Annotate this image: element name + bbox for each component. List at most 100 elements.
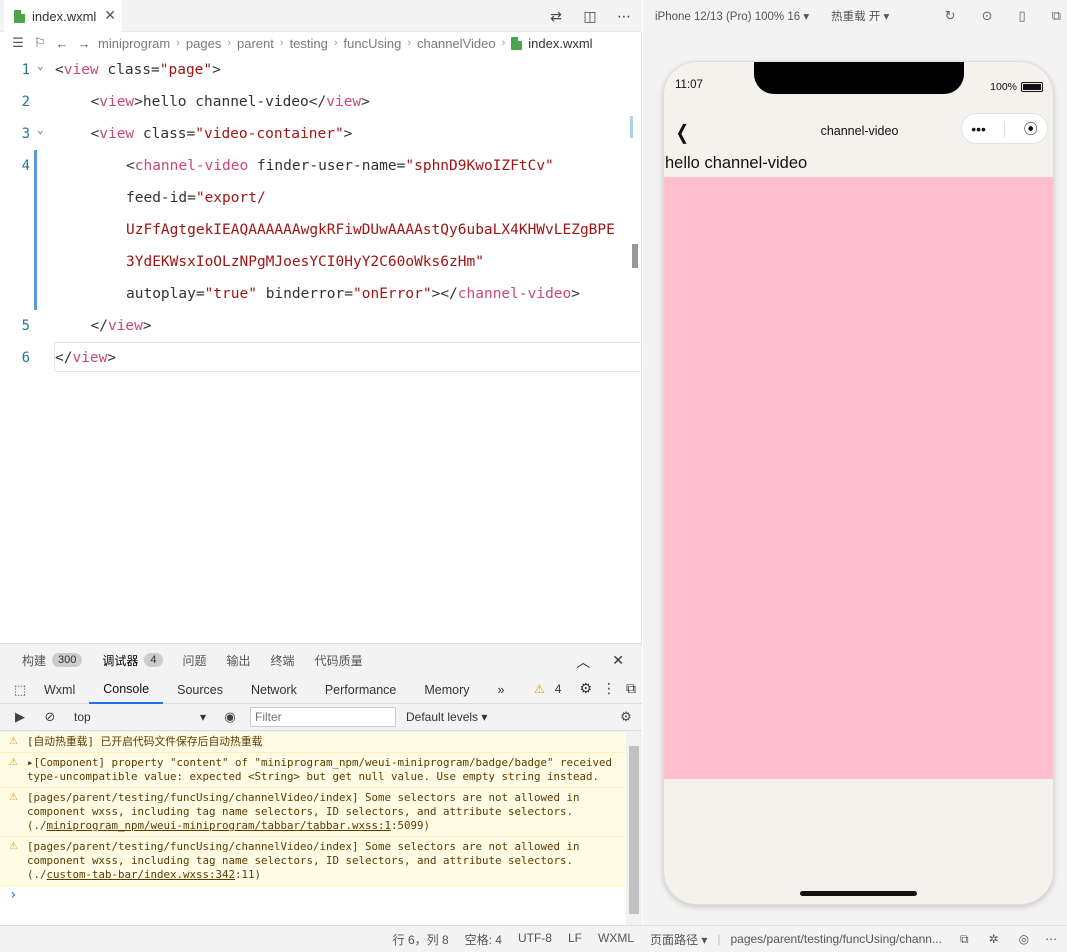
cursor-position[interactable]: 行 6，列 8: [393, 931, 449, 948]
console-scrollbar[interactable]: [626, 732, 642, 926]
code-area[interactable]: 1 ⌄ <view class="page"> 2 <view>hello channe…: [0, 54, 642, 384]
console-filter-bar: ▶ ⊘ top ▾ ◉ Default levels ▾ ⚙: [0, 704, 642, 731]
console-warning[interactable]: ⚠ [pages/parent/testing/funcUsing/channel…: [0, 788, 626, 837]
devtools-tab-network[interactable]: Network: [237, 676, 311, 704]
console-warning[interactable]: ⚠ [pages/parent/testing/funcUsing/channel…: [0, 837, 626, 886]
detach-window-icon[interactable]: ⧉: [1052, 8, 1061, 24]
code-token: "onError": [353, 286, 432, 302]
sidebar-toggle-icon[interactable]: ▶: [10, 707, 30, 727]
code-text: </view>: [55, 342, 116, 374]
code-token: >: [571, 286, 581, 302]
more-dots-icon[interactable]: •••: [971, 121, 986, 137]
gear-icon[interactable]: ⚙: [579, 680, 592, 697]
warning-icon: ⚠: [9, 736, 18, 747]
chevron-up-icon[interactable]: ︿: [576, 652, 590, 672]
bug-icon[interactable]: ✲: [989, 932, 999, 946]
language-mode[interactable]: WXML: [598, 931, 634, 948]
breadcrumb-item[interactable]: parent: [237, 36, 274, 51]
bookmark-icon[interactable]: ⚐: [32, 35, 48, 51]
breadcrumb-item[interactable]: miniprogram: [98, 36, 170, 51]
console-prompt[interactable]: ›: [0, 886, 626, 904]
panel-tab-label: 构建: [22, 653, 47, 668]
close-icon[interactable]: ✕: [104, 8, 116, 22]
source-link[interactable]: miniprogram_npm/weui-miniprogram/tabbar/…: [47, 819, 392, 832]
split-editor-icon[interactable]: ◫: [580, 6, 600, 26]
code-token: autoplay=: [126, 286, 205, 302]
console-message-text: :5099): [391, 819, 431, 832]
breadcrumb-current[interactable]: index.wxml: [511, 36, 593, 51]
more-tabs-icon[interactable]: »: [484, 676, 519, 704]
console-scrollbar-thumb[interactable]: [629, 746, 639, 914]
code-token: view: [326, 94, 362, 110]
fold-chevron-icon[interactable]: ⌄: [37, 50, 44, 82]
forward-arrow-icon[interactable]: →: [76, 36, 92, 51]
editor-tab-index-wxml[interactable]: index.wxml ✕: [4, 0, 122, 32]
gear-icon[interactable]: ⚙: [616, 707, 636, 727]
mini-program-navbar: ❮ channel-video ••• ⦿: [664, 112, 1053, 154]
copy-icon[interactable]: ⧉: [960, 932, 969, 947]
panel-tab[interactable]: 输出: [227, 652, 251, 669]
breadcrumb-item[interactable]: pages: [186, 36, 221, 51]
warning-icon[interactable]: ⚠: [534, 682, 545, 696]
panel-tab[interactable]: 问题: [183, 652, 207, 669]
console-output[interactable]: ⚠ [自动热重载] 已开启代码文件保存后自动热重载 ⚠ ▸[Component] pr…: [0, 732, 626, 926]
fold-chevron-icon[interactable]: ⌄: [37, 114, 44, 146]
code-token: >: [361, 94, 370, 110]
devtools-tab-sources[interactable]: Sources: [163, 676, 237, 704]
editor-scrollbar-thumb[interactable]: [632, 244, 638, 268]
eye-icon[interactable]: ◉: [220, 707, 240, 727]
log-levels-dropdown[interactable]: Default levels ▾: [406, 710, 487, 724]
console-warning[interactable]: ⚠ ▸[Component] property "content" of "min…: [0, 753, 626, 788]
clear-console-icon[interactable]: ⊘: [40, 707, 60, 727]
panel-tab[interactable]: 代码质量: [315, 652, 363, 669]
close-icon[interactable]: ✕: [612, 652, 624, 672]
line-ending[interactable]: LF: [568, 931, 582, 948]
source-link[interactable]: custom-tab-bar/index.wxss:342: [47, 868, 236, 881]
more-icon[interactable]: ⋯: [1045, 932, 1057, 946]
dock-icon[interactable]: ⧉: [626, 680, 636, 697]
code-editor[interactable]: index.wxml ✕ ⇄ ◫ ⋯ ☰ ⚐ ← → miniprogram › p…: [0, 0, 642, 643]
console-warning[interactable]: ⚠ [自动热重载] 已开启代码文件保存后自动热重载: [0, 732, 626, 753]
encoding[interactable]: UTF-8: [518, 931, 552, 948]
close-miniprogram-icon[interactable]: ⦿: [1024, 119, 1038, 139]
triangle-down-icon: ▾: [199, 710, 206, 724]
panel-tab[interactable]: 构建 300: [22, 652, 83, 669]
modified-lines-marker: [34, 150, 37, 310]
panel-tab[interactable]: 终端: [271, 652, 295, 669]
breadcrumb-item[interactable]: testing: [290, 36, 328, 51]
more-icon[interactable]: ⋯: [614, 6, 634, 26]
eye-icon[interactable]: ◎: [1019, 932, 1029, 946]
chevron-right-icon: ›: [407, 37, 412, 49]
back-arrow-icon[interactable]: ←: [54, 36, 70, 51]
devtools-tab-console[interactable]: Console: [89, 676, 164, 704]
device-select[interactable]: iPhone 12/13 (Pro) 100% 16 ▾: [655, 9, 809, 23]
devtools-tab-wxml[interactable]: Wxml: [30, 676, 89, 704]
channel-video-player[interactable]: [664, 177, 1053, 779]
home-indicator[interactable]: [800, 891, 917, 896]
code-token: view: [99, 94, 135, 110]
page-path-dropdown[interactable]: 页面路径 ▾: [650, 931, 707, 948]
breadcrumb-item[interactable]: channelVideo: [417, 36, 496, 51]
indent-setting[interactable]: 空格: 4: [465, 931, 502, 948]
breadcrumb-item[interactable]: funcUsing: [344, 36, 402, 51]
kebab-menu-icon[interactable]: ⋮: [602, 680, 616, 697]
refresh-icon[interactable]: ↻: [945, 8, 956, 24]
record-icon[interactable]: ⊙: [982, 8, 993, 24]
phone-icon[interactable]: ▯: [1019, 8, 1026, 24]
compare-icon[interactable]: ⇄: [546, 6, 566, 26]
context-select[interactable]: top ▾: [70, 707, 210, 727]
devtools-tab-memory[interactable]: Memory: [410, 676, 483, 704]
hot-reload-toggle[interactable]: 热重载 开 ▾: [831, 8, 889, 24]
warning-count[interactable]: 4: [555, 682, 562, 696]
panel-tab-label: 输出: [226, 653, 251, 668]
code-token: channel-video: [457, 286, 572, 302]
console-filter-input[interactable]: [250, 707, 396, 727]
panel-tab[interactable]: 调试器 4: [102, 652, 163, 669]
devtools-tab-performance[interactable]: Performance: [311, 676, 411, 704]
list-icon[interactable]: ☰: [10, 35, 26, 51]
code-token: </: [90, 318, 108, 334]
chevron-right-icon: ›: [501, 37, 506, 49]
page-path[interactable]: pages/parent/testing/funcUsing/chann...: [730, 932, 941, 946]
line-number: 5: [21, 318, 30, 334]
inspect-cursor-icon[interactable]: ⬚: [10, 680, 30, 700]
